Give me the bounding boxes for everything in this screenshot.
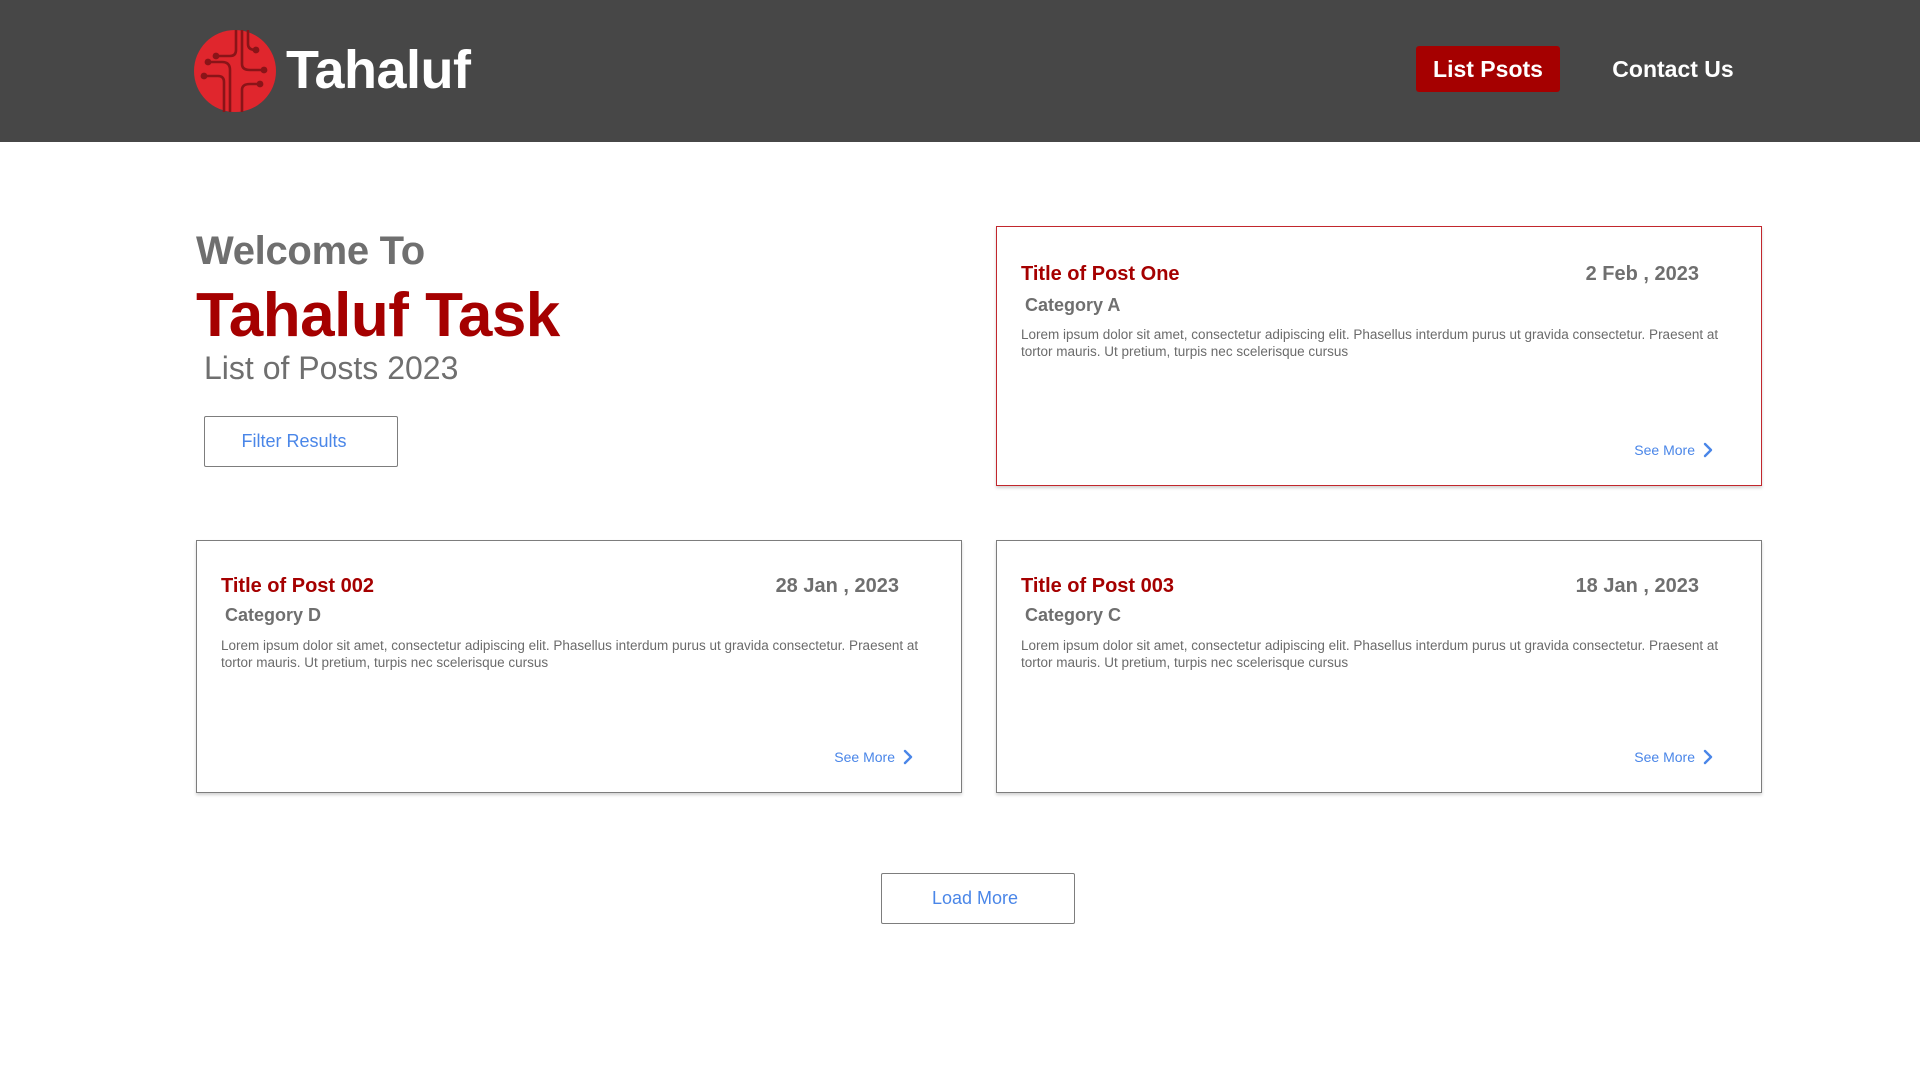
post-title[interactable]: Title of Post 002 xyxy=(221,573,374,599)
see-more-label: See More xyxy=(834,749,895,765)
top-header: Tahaluf List Psots Contact Us xyxy=(0,0,1920,142)
post-card[interactable]: Title of Post 002 28 Jan , 2023 Category… xyxy=(196,540,962,793)
see-more-link[interactable]: See More xyxy=(1634,747,1713,767)
chevron-right-icon xyxy=(1703,749,1713,765)
post-title[interactable]: Title of Post One xyxy=(1021,261,1180,287)
see-more-label: See More xyxy=(1634,442,1695,458)
nav-list-posts-button[interactable]: List Psots xyxy=(1416,46,1560,92)
chevron-right-icon xyxy=(1703,442,1713,458)
nav-contact-us-link[interactable]: Contact Us xyxy=(1600,46,1746,92)
see-more-link[interactable]: See More xyxy=(834,747,913,767)
see-more-link[interactable]: See More xyxy=(1634,440,1713,460)
post-card[interactable]: Title of Post One 2 Feb , 2023 Category … xyxy=(996,226,1762,486)
filter-results-button[interactable]: Filter Results xyxy=(204,416,398,467)
load-more-button[interactable]: Load More xyxy=(881,873,1075,924)
page-subtitle: List of Posts 2023 xyxy=(204,350,459,386)
chevron-right-icon xyxy=(903,749,913,765)
post-title[interactable]: Title of Post 003 xyxy=(1021,573,1174,599)
post-category: Category C xyxy=(1025,605,1122,625)
post-category: Category A xyxy=(1025,295,1121,315)
post-date: 18 Jan , 2023 xyxy=(1575,575,1699,597)
page-title: Tahaluf Task xyxy=(196,281,560,350)
post-excerpt: Lorem ipsum dolor sit amet, consectetur … xyxy=(221,638,919,670)
post-date: 28 Jan , 2023 xyxy=(775,575,899,597)
brand-name: Tahaluf xyxy=(286,40,471,100)
post-excerpt: Lorem ipsum dolor sit amet, consectetur … xyxy=(1021,638,1719,670)
post-category: Category D xyxy=(225,605,322,625)
circuit-circle-logo-icon[interactable] xyxy=(194,28,276,114)
welcome-heading: Welcome To xyxy=(196,229,425,273)
post-card[interactable]: Title of Post 003 18 Jan , 2023 Category… xyxy=(996,540,1762,793)
see-more-label: See More xyxy=(1634,749,1695,765)
post-date: 2 Feb , 2023 xyxy=(1585,263,1699,285)
post-excerpt: Lorem ipsum dolor sit amet, consectetur … xyxy=(1021,327,1719,359)
